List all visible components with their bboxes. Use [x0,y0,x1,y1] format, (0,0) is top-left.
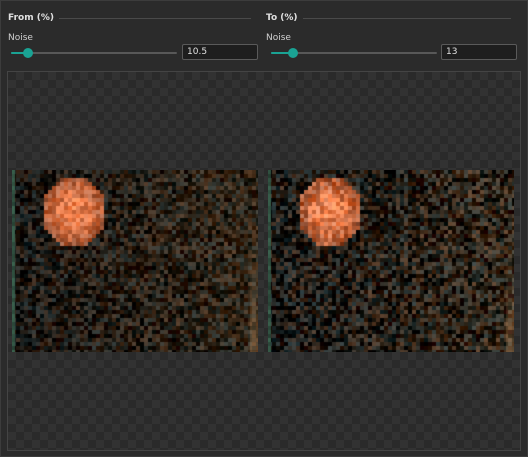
from-section-title: From (%) [8,13,54,23]
from-noise-label: Noise [8,33,33,43]
to-noise-value-input[interactable] [441,44,517,60]
noise-transition-panel: From (%) Noise To (%) Noise [0,0,528,457]
to-noise-label: Noise [266,33,291,43]
from-noise-slider[interactable] [11,48,177,58]
from-section-divider [59,18,251,19]
from-noise-slider-thumb[interactable] [23,48,33,58]
to-noise-slider-thumb[interactable] [288,48,298,58]
from-noise-value-input[interactable] [182,44,258,60]
from-preview-image [12,170,258,352]
to-noise-slider[interactable] [271,48,437,58]
preview-area [7,71,521,451]
to-section-divider [303,18,511,19]
to-section-title: To (%) [266,13,298,23]
to-preview-image [268,170,514,352]
